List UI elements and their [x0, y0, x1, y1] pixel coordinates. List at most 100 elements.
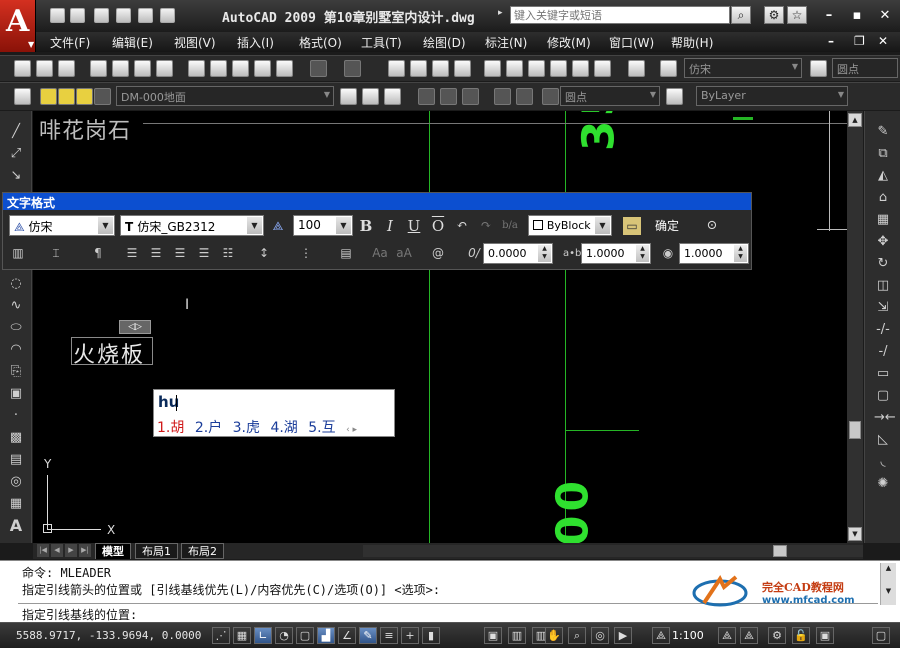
- rotate-icon[interactable]: ↻: [874, 255, 892, 273]
- search-input[interactable]: [510, 6, 730, 24]
- open-file-icon[interactable]: [36, 60, 53, 77]
- markup-icon[interactable]: [572, 60, 589, 77]
- justify-icon[interactable]: ☰: [195, 245, 213, 262]
- columns-icon[interactable]: ▥: [9, 245, 27, 262]
- menu-modify[interactable]: 修改(M): [547, 34, 591, 51]
- menu-edit[interactable]: 编辑(E): [112, 34, 153, 51]
- layer-states-icon[interactable]: [384, 88, 401, 105]
- ime-page-icon[interactable]: ‹ ▸: [346, 425, 357, 435]
- chamfer-icon[interactable]: ◺: [874, 431, 892, 449]
- redo-tool-icon[interactable]: [344, 60, 361, 77]
- scroll-down-icon[interactable]: ▼: [848, 527, 862, 541]
- menu-file[interactable]: 文件(F): [50, 34, 90, 51]
- overline-icon[interactable]: O: [429, 217, 447, 235]
- menu-draw[interactable]: 绘图(D): [423, 34, 466, 51]
- menu-dimension[interactable]: 标注(N): [485, 34, 527, 51]
- new-icon[interactable]: [50, 8, 65, 23]
- close-icon[interactable]: ✕: [876, 7, 894, 25]
- undo-text-icon[interactable]: ↶: [453, 217, 471, 235]
- match-properties-icon[interactable]: [254, 60, 271, 77]
- help-icon[interactable]: [628, 60, 645, 77]
- annotation-visibility-icon[interactable]: ⟁: [718, 627, 736, 644]
- move-icon[interactable]: ✥: [874, 233, 892, 251]
- scale-icon[interactable]: ◫: [874, 277, 892, 295]
- qnew-icon[interactable]: [14, 60, 31, 77]
- ruler-icon[interactable]: ▭: [623, 217, 641, 235]
- break-icon[interactable]: ▭: [874, 365, 892, 383]
- plot-icon[interactable]: [90, 60, 107, 77]
- menu-view[interactable]: 视图(V): [174, 34, 216, 51]
- lock-icon[interactable]: 🔓: [792, 627, 810, 644]
- calculator-icon[interactable]: [594, 60, 611, 77]
- horizontal-scrollbar[interactable]: [363, 545, 863, 557]
- drawing-canvas[interactable]: 啡花岗石 35 00 ◁▷ 火烧板 I hu 1.胡 2.户 3.虎 4.湖 5…: [33, 111, 847, 543]
- width-factor-input[interactable]: 1.0000 ▲ ▼: [679, 243, 749, 264]
- extend-icon[interactable]: -/: [874, 343, 892, 361]
- title-arrow-icon[interactable]: ▸: [498, 8, 503, 18]
- width-factor-icon[interactable]: ◉: [659, 245, 677, 262]
- subscription-icon[interactable]: ⚙: [764, 6, 784, 24]
- align-center-icon[interactable]: ☰: [147, 245, 165, 262]
- tool-palettes-icon[interactable]: [528, 60, 545, 77]
- plot-preview-icon[interactable]: [112, 60, 129, 77]
- paragraph-icon[interactable]: ¶: [89, 245, 107, 262]
- hatch-icon[interactable]: ▩: [7, 429, 25, 447]
- offset-icon[interactable]: ⌂: [874, 189, 892, 207]
- explode-icon[interactable]: ✺: [874, 475, 892, 493]
- grid-icon[interactable]: ▦: [233, 627, 251, 644]
- model-icon[interactable]: ▣: [484, 627, 502, 644]
- doc-restore-icon[interactable]: ❐: [854, 34, 865, 48]
- mleader-align-icon[interactable]: [494, 88, 511, 105]
- mtext-justify-icon[interactable]: ⌶: [47, 245, 65, 262]
- ducs-icon[interactable]: ∠: [338, 627, 356, 644]
- favorites-icon[interactable]: ☆: [787, 6, 807, 24]
- mtext-content[interactable]: 火烧板: [73, 337, 145, 369]
- color-select[interactable]: ByLayer ▼: [696, 86, 848, 106]
- save-file-icon[interactable]: [58, 60, 75, 77]
- zoom-window-icon[interactable]: [432, 60, 449, 77]
- undo-icon[interactable]: [138, 8, 153, 23]
- ime-candidate[interactable]: 3.虎: [233, 420, 260, 436]
- spinner-icon[interactable]: ▲ ▼: [734, 245, 747, 262]
- polar-icon[interactable]: ◔: [275, 627, 293, 644]
- erase-icon[interactable]: ✎: [874, 123, 892, 141]
- mleader-icon[interactable]: [418, 88, 435, 105]
- osnap-icon[interactable]: ▢: [296, 627, 314, 644]
- text-style-combo[interactable]: ⟁ 仿宋 ▼: [9, 215, 115, 236]
- search-icon[interactable]: ⌕: [731, 6, 751, 24]
- text-color-combo[interactable]: ByBlock ▼: [528, 215, 612, 236]
- annotative-icon[interactable]: ⟁: [269, 217, 287, 235]
- region-icon[interactable]: ◌: [7, 275, 25, 293]
- clean-screen-icon[interactable]: ▢: [872, 627, 890, 644]
- scroll-down-icon[interactable]: ▼: [882, 587, 895, 599]
- mleader-style-2-icon[interactable]: [542, 88, 559, 105]
- cut-icon[interactable]: [188, 60, 205, 77]
- zoom-status-icon[interactable]: ⌕: [568, 627, 586, 644]
- text-height-combo[interactable]: 100 ▼: [293, 215, 353, 236]
- last-tab-icon[interactable]: ▶|: [79, 544, 91, 557]
- tracking-input[interactable]: 1.0000 ▲ ▼: [581, 243, 651, 264]
- make-current-layer-icon[interactable]: [340, 88, 357, 105]
- gradient-icon[interactable]: ▤: [7, 451, 25, 469]
- menu-help[interactable]: 帮助(H): [671, 34, 713, 51]
- scroll-up-icon[interactable]: ▲: [882, 564, 895, 576]
- options-icon[interactable]: ⊙: [703, 217, 721, 235]
- tab-model[interactable]: 模型: [95, 543, 131, 559]
- tab-layout1[interactable]: 布局1: [135, 543, 178, 559]
- join-icon[interactable]: ▢: [874, 387, 892, 405]
- otrack-icon[interactable]: ▟: [317, 627, 335, 644]
- mirror-icon[interactable]: ◭: [874, 167, 892, 185]
- ortho-icon[interactable]: ∟: [254, 627, 272, 644]
- zoom-previous-icon[interactable]: [454, 60, 471, 77]
- line-spacing-icon[interactable]: ↕: [255, 245, 273, 262]
- first-tab-icon[interactable]: |◀: [37, 544, 49, 557]
- pan-icon[interactable]: [388, 60, 405, 77]
- annotation-scale-value[interactable]: 1:100: [672, 629, 704, 642]
- block-editor-icon[interactable]: [276, 60, 293, 77]
- publish-icon[interactable]: [134, 60, 151, 77]
- symbol-icon[interactable]: @: [429, 245, 447, 262]
- ellipse-icon[interactable]: ⬭: [7, 319, 25, 337]
- workspace-icon[interactable]: ⚙: [768, 627, 786, 644]
- numbering-icon[interactable]: ⋮: [297, 245, 315, 262]
- ok-button[interactable]: 确定: [655, 217, 679, 234]
